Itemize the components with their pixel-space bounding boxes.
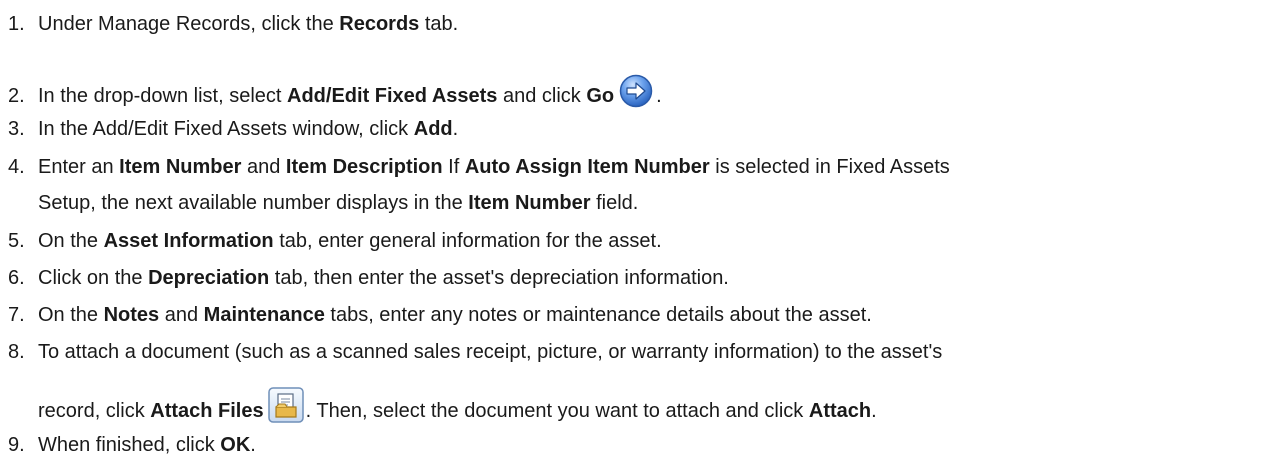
step-5: 5. On the Asset Information tab, enter ge…	[8, 231, 1270, 251]
step-text: When finished, click	[38, 434, 221, 456]
step-text: record, click	[38, 400, 151, 422]
step-text: Enter an	[38, 156, 120, 178]
step-keyword: Item Number	[119, 156, 242, 178]
step-text: .	[250, 434, 256, 456]
step-keyword: Add	[413, 118, 453, 140]
step-keyword: Auto Assign Item Number	[464, 156, 710, 178]
step-keyword: Depreciation	[148, 267, 270, 289]
step-keyword: Go	[586, 85, 615, 107]
step-text: .	[452, 118, 459, 140]
step-number: 9.	[8, 434, 25, 456]
step-text: .	[871, 400, 877, 422]
step-number: 4.	[8, 156, 25, 178]
step-9: 9. When finished, click OK.	[8, 435, 1270, 455]
step-4: 4. Enter an Item Number and Item Descript…	[8, 157, 1270, 227]
step-text: tab, enter general information for the a…	[273, 230, 662, 252]
step-number: 5.	[8, 230, 25, 252]
step-1: 1. Under Manage Records, click the Record…	[8, 14, 1270, 34]
step-8: 8. To attach a document (such as a scanne…	[8, 341, 1270, 423]
step-keyword: Attach	[808, 400, 872, 422]
step-number: 2.	[8, 85, 25, 107]
step-number: 7.	[8, 304, 25, 326]
step-text: field.	[590, 192, 639, 214]
step-keyword: Attach Files	[150, 400, 264, 422]
step-3: 3. In the Add/Edit Fixed Assets window, c…	[8, 119, 1270, 139]
step-text: Under Manage Records, click the	[38, 13, 340, 35]
step-text: Click on the	[38, 267, 149, 289]
step-text: On the	[38, 230, 104, 252]
step-keyword: Maintenance	[203, 304, 325, 326]
step-keyword: Notes	[103, 304, 160, 326]
step-text: and	[241, 156, 286, 178]
step-text: and click	[497, 85, 587, 107]
step-text: tab, then enter the asset's depreciation…	[269, 267, 729, 289]
step-text: On the	[38, 304, 104, 326]
step-text: In the Add/Edit Fixed Assets window, cli…	[38, 118, 414, 140]
step-text: To attach a document (such as a scanned …	[38, 341, 943, 363]
step-text: tab.	[419, 13, 459, 35]
step-text: If	[442, 156, 465, 178]
step-6: 6. Click on the Depreciation tab, then en…	[8, 268, 1270, 288]
step-keyword: Item Number	[468, 192, 591, 214]
step-text: is selected in Fixed Assets	[709, 156, 950, 178]
step-keyword: OK	[220, 434, 251, 456]
step-text: Setup, the next available number display…	[38, 192, 469, 214]
go-arrow-icon	[614, 74, 656, 108]
step-text: and	[159, 304, 204, 326]
step-keyword: Item Description	[285, 156, 443, 178]
step-text: .	[656, 85, 662, 107]
step-keyword: Asset Information	[103, 230, 274, 252]
step-text: tabs, enter any notes or maintenance det…	[324, 304, 872, 326]
step-number: 3.	[8, 118, 25, 140]
step-text: In the drop-down list, select	[38, 85, 288, 107]
step-number: 1.	[8, 13, 25, 35]
step-number: 8.	[8, 341, 25, 363]
step-7: 7. On the Notes and Maintenance tabs, ent…	[8, 305, 1270, 325]
step-continuation: record, click Attach Files . Then, selec…	[38, 387, 877, 423]
step-2: 2. In the drop-down list, select Add/Edit…	[8, 74, 1270, 108]
attach-files-icon	[264, 387, 306, 423]
step-continuation: Setup, the next available number display…	[38, 193, 638, 213]
step-keyword: Add/Edit Fixed Assets	[287, 85, 498, 107]
step-keyword: Records	[339, 13, 420, 35]
step-number: 6.	[8, 267, 25, 289]
step-text: . Then, select the document you want to …	[305, 400, 809, 422]
